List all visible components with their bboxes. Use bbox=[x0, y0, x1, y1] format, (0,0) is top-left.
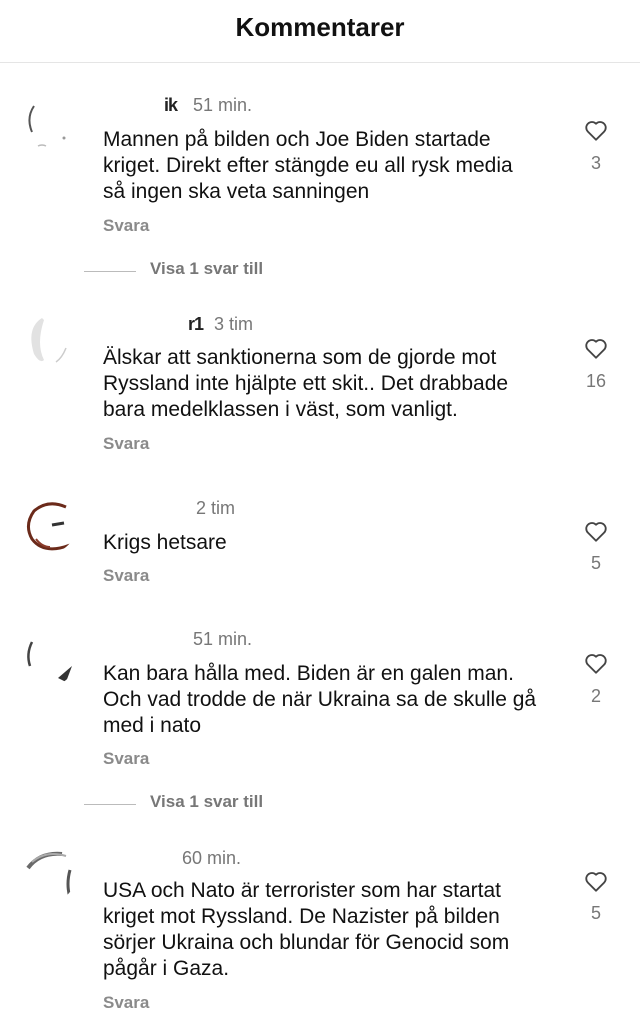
avatar[interactable] bbox=[22, 632, 76, 686]
comment-text: USA och Nato är terrorister som har star… bbox=[103, 879, 510, 980]
like-count: 5 bbox=[590, 553, 601, 573]
heart-outline-icon[interactable] bbox=[583, 650, 609, 676]
heart-outline-icon[interactable] bbox=[583, 335, 609, 361]
heart-outline-icon[interactable] bbox=[583, 518, 609, 544]
reply-button[interactable]: Svara bbox=[103, 566, 149, 586]
reply-button[interactable]: Svara bbox=[103, 749, 149, 769]
view-more-replies-label: Visa 1 svar till bbox=[150, 792, 264, 811]
page-title: Kommentarer bbox=[235, 12, 405, 42]
divider-line bbox=[84, 804, 136, 805]
comment-text: Krigs hetsare bbox=[103, 531, 227, 554]
like-count: 5 bbox=[590, 903, 601, 923]
view-more-replies-label: Visa 1 svar till bbox=[150, 259, 264, 278]
like-count: 3 bbox=[590, 153, 601, 173]
reply-button[interactable]: Svara bbox=[103, 434, 149, 454]
avatar[interactable] bbox=[22, 499, 76, 553]
avatar[interactable] bbox=[22, 96, 76, 150]
heart-outline-icon[interactable] bbox=[583, 117, 609, 143]
heart-outline-icon[interactable] bbox=[583, 868, 609, 894]
divider-line bbox=[84, 271, 136, 272]
comment-time: 2 tim bbox=[196, 498, 236, 518]
comment-time: 3 tim bbox=[214, 314, 254, 334]
like-count: 16 bbox=[585, 371, 607, 391]
comment-text: Älskar att sanktionerna som de gjorde mo… bbox=[103, 346, 509, 421]
like-count: 2 bbox=[590, 686, 601, 706]
comment-time: 60 min. bbox=[182, 848, 242, 868]
avatar[interactable] bbox=[22, 314, 76, 368]
comment-username[interactable]: r1 bbox=[188, 314, 204, 335]
comment-text: Kan bara hålla med. Biden är en galen ma… bbox=[103, 662, 537, 737]
view-more-replies[interactable]: Visa 1 svar till bbox=[84, 792, 384, 816]
comments-header: Kommentarer bbox=[0, 0, 640, 63]
avatar[interactable] bbox=[22, 848, 76, 902]
reply-button[interactable]: Svara bbox=[103, 993, 149, 1013]
view-more-replies[interactable]: Visa 1 svar till bbox=[84, 259, 384, 283]
comment-username[interactable]: ik bbox=[164, 95, 178, 116]
comment-time: 51 min. bbox=[193, 95, 253, 115]
reply-button[interactable]: Svara bbox=[103, 216, 149, 236]
comment-text: Mannen på bilden och Joe Biden startade … bbox=[103, 128, 513, 203]
comment-time: 51 min. bbox=[193, 629, 253, 649]
